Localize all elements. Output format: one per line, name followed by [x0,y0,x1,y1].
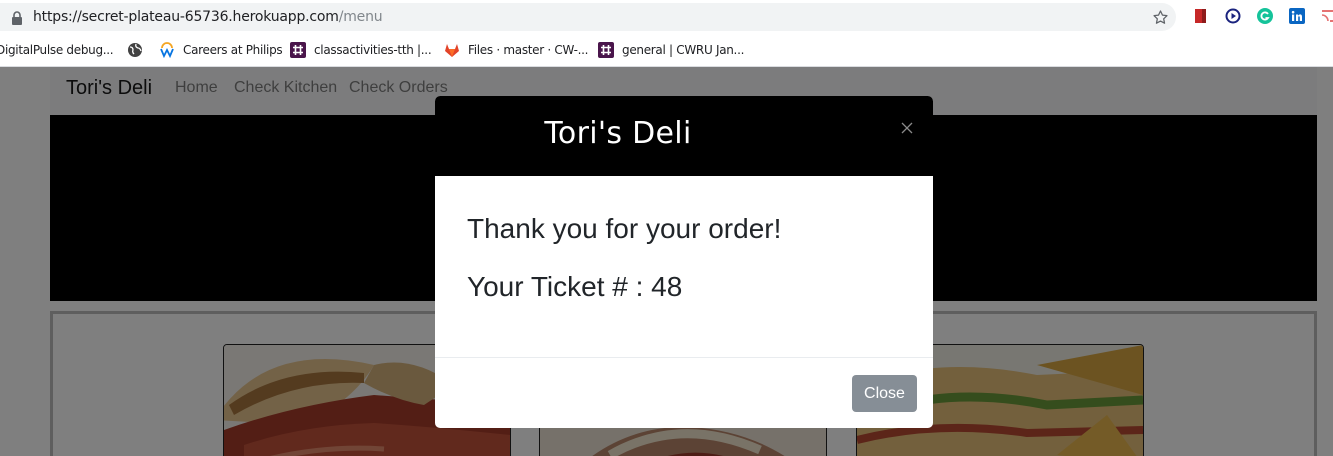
cast-icon[interactable] [1321,8,1333,24]
address-bar[interactable]: https://secret-plateau-65736.herokuapp.c… [0,3,1176,31]
close-icon[interactable] [901,122,913,134]
slack-icon [598,42,614,58]
grammarly-icon[interactable] [1257,8,1273,24]
bookmark-globe[interactable] [127,41,151,59]
lock-icon [12,11,22,25]
linkedin-icon[interactable] [1289,8,1305,24]
bookmarks-bar: DigitalPulse debug... Careers at Philips… [0,34,1333,67]
bookmark-digitalpulse[interactable]: DigitalPulse debug... [0,41,114,59]
play-extension-icon[interactable] [1225,8,1241,24]
bookmark-label: Careers at Philips [183,43,283,57]
bookmark-classactivities[interactable]: classactivities-tth |... [290,41,432,59]
order-confirmation-modal: Tori's Deli Thank you for your order! Yo… [435,96,933,428]
modal-header: Tori's Deli [435,96,933,176]
url-host: https://secret-plateau-65736.herokuapp.c… [33,9,339,25]
url-text: https://secret-plateau-65736.herokuapp.c… [33,9,383,25]
bookmark-extension-icon[interactable] [1193,8,1209,24]
thank-you-message: Thank you for your order! [467,213,782,244]
gitlab-icon [445,44,459,57]
bookmark-label: DigitalPulse debug... [0,43,114,57]
modal-body: Thank you for your order! Your Ticket # … [435,176,933,357]
bookmark-general-cwru[interactable]: general | CWRU Jan... [598,41,744,59]
page: Tori's Deli Home Check Kitchen Check Ord… [0,67,1333,456]
close-button[interactable]: Close [852,375,917,412]
globe-icon [128,43,142,57]
bookmark-label: general | CWRU Jan... [622,43,745,57]
workday-icon [160,42,174,58]
bookmark-careers-philips[interactable]: Careers at Philips [159,41,283,59]
bookmark-label: Files · master · CW-... [468,43,589,57]
slack-icon [290,42,306,58]
url-path: /menu [338,9,383,25]
browser-toolbar: https://secret-plateau-65736.herokuapp.c… [0,0,1333,34]
modal-title: Tori's Deli [544,116,692,151]
bookmark-files-master[interactable]: Files · master · CW-... [444,41,588,59]
modal-footer: Close [435,357,933,428]
ticket-number: Your Ticket # : 48 [467,271,683,302]
star-icon[interactable] [1152,9,1169,26]
bookmark-label: classactivities-tth |... [314,43,432,57]
